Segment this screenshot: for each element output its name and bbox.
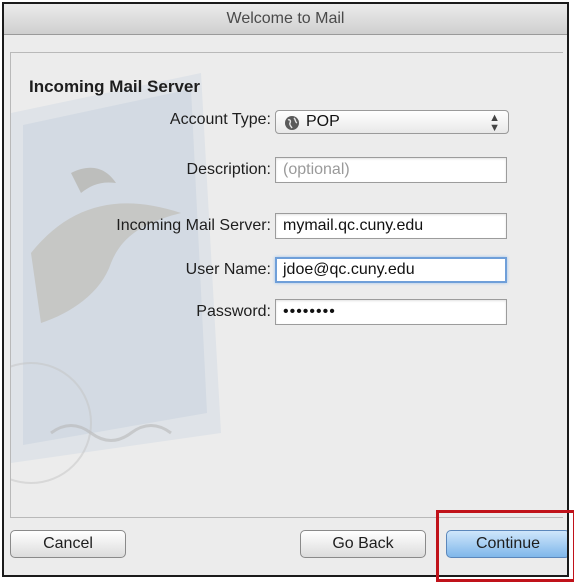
account-type-select[interactable]: POP ▲ ▼ [275,110,509,134]
description-label: Description: [186,161,271,178]
cancel-button[interactable]: Cancel [10,530,126,558]
section-title: Incoming Mail Server [29,77,200,96]
mail-setup-window: Welcome to Mail Incoming Mail Server Acc… [2,2,569,577]
password-field[interactable]: •••••••• [275,299,507,325]
continue-highlight-box [436,510,574,582]
setup-panel: Incoming Mail Server Account Type: POP ▲… [10,52,563,518]
description-field[interactable]: (optional) [275,157,507,183]
go-back-button[interactable]: Go Back [300,530,426,558]
chevron-updown-icon: ▲ ▼ [489,112,500,134]
incoming-server-field[interactable]: mymail.qc.cuny.edu [275,213,507,239]
window-title: Welcome to Mail [4,4,567,35]
globe-icon [285,116,299,130]
user-name-field[interactable]: jdoe@qc.cuny.edu [275,257,507,283]
incoming-server-label: Incoming Mail Server: [116,217,271,234]
password-label: Password: [196,303,271,320]
account-type-label: Account Type: [169,111,271,128]
account-type-value: POP [306,113,340,130]
user-name-label: User Name: [185,261,271,278]
description-placeholder: (optional) [283,161,350,178]
